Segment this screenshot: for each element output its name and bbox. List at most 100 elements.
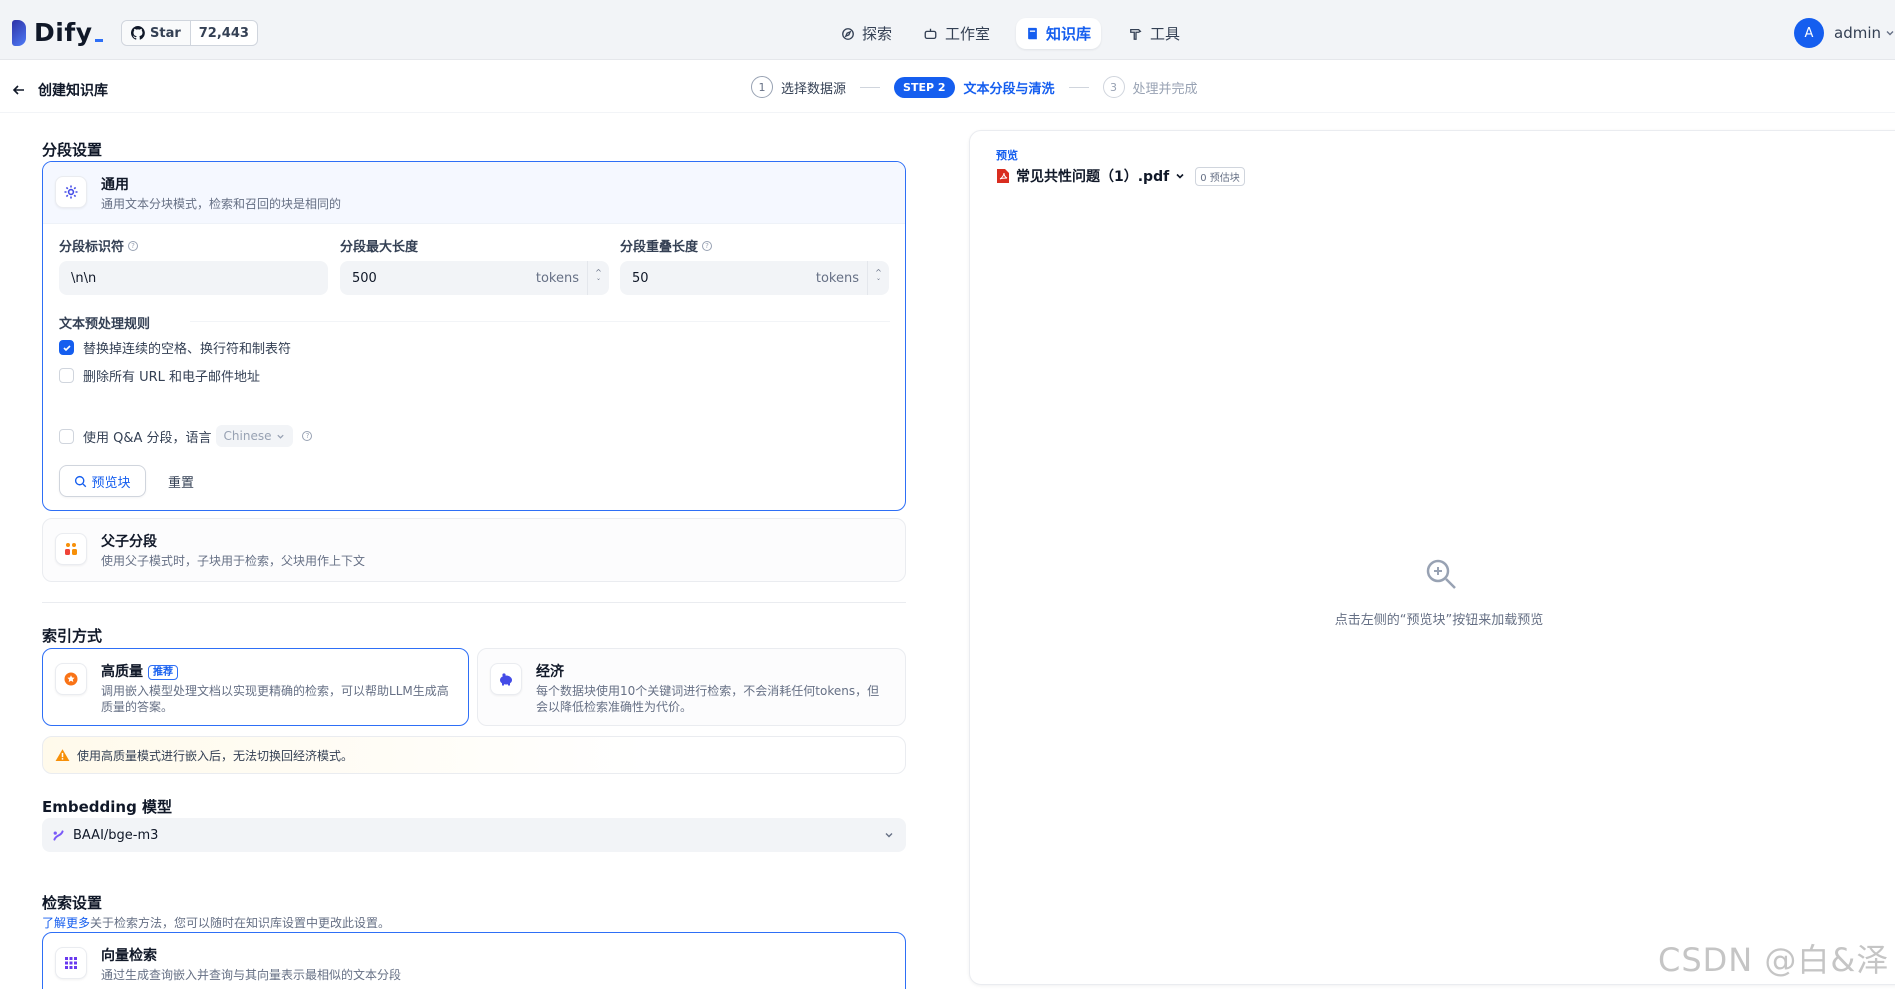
nav-studio-label: 工作室 — [945, 25, 991, 43]
step-3-label: 处理并完成 — [1132, 81, 1198, 97]
high-quality-desc: 调用嵌入模型处理文档以实现更精确的检索，可以帮助LLM生成高质量的答案。 — [101, 684, 449, 714]
index-mode-warning: 使用高质量模式进行嵌入后，无法切换回经济模式。 — [42, 736, 906, 774]
vector-search-card[interactable]: 向量检索 通过生成查询嵌入并查询与其向量表示最相似的文本分段 — [42, 932, 906, 989]
preview-file-selector[interactable]: 常见共性问题（1）.pdf 0 预估块 — [996, 166, 1245, 186]
checkbox-checked[interactable] — [59, 340, 74, 355]
segment-section-title: 分段设置 — [42, 141, 103, 159]
github-icon — [131, 26, 145, 40]
nav-tools-label: 工具 — [1150, 25, 1181, 43]
embedding-model-select[interactable]: BAAI/bge-m3 — [42, 818, 906, 852]
avatar: A — [1794, 18, 1824, 48]
overlap-label: 分段重叠长度? — [620, 236, 713, 255]
step-1-label: 选择数据源 — [781, 81, 847, 97]
step-3-number: 3 — [1102, 76, 1125, 98]
high-quality-index-card[interactable]: 高质量 推荐 调用嵌入模型处理文档以实现更精确的检索，可以帮助LLM生成高质量的答… — [42, 648, 469, 726]
preview-label: 预览 — [996, 149, 1018, 162]
step-1-number: 1 — [751, 76, 773, 98]
nav-tools[interactable]: 工具 — [1119, 18, 1190, 49]
vector-search-desc: 通过生成查询嵌入并查询与其向量表示最相似的文本分段 — [101, 968, 402, 982]
chevron-up-icon[interactable]: ^ — [875, 268, 882, 278]
vector-search-title: 向量检索 — [101, 948, 157, 964]
learn-more-link[interactable]: 了解更多 — [42, 916, 90, 930]
user-menu[interactable]: A admin — [1794, 18, 1895, 48]
checkbox[interactable] — [59, 428, 74, 444]
reset-button[interactable]: 重置 — [156, 465, 206, 497]
stepper: 1 选择数据源 STEP 2 文本分段与清洗 3 处理并完成 — [751, 76, 1198, 98]
watermark: CSDN @白&泽 — [1658, 941, 1890, 979]
model-provider-icon — [53, 829, 64, 841]
economy-desc: 每个数据块使用10个关键词进行检索，不会消耗任何tokens，但会以降低检索准确… — [536, 684, 880, 714]
chevron-down-icon — [1176, 173, 1184, 179]
language-select[interactable]: Chinese — [215, 425, 294, 447]
rule-replace-whitespace[interactable]: 替换掉连续的空格、换行符和制表符 — [59, 338, 291, 357]
separator-label: 分段标识符? — [59, 236, 139, 255]
chevron-down-icon[interactable]: ˇ — [877, 278, 881, 288]
github-star-button[interactable]: Star 72,443 — [121, 20, 258, 46]
robot-icon — [924, 28, 937, 39]
github-star-count: 72,443 — [198, 25, 249, 41]
search-magnify-icon — [1426, 559, 1456, 589]
retrieval-hint: 了解更多关于检索方法，您可以随时在知识库设置中更改此设置。 — [42, 916, 391, 930]
chevron-down-icon — [277, 434, 285, 439]
hammer-icon — [1130, 28, 1142, 40]
parent-child-title: 父子分段 — [101, 534, 157, 550]
parent-child-mode-card[interactable]: 父子分段 使用父子模式时，子块用于检索，父块用作上下文 — [42, 518, 906, 582]
index-section-title: 索引方式 — [42, 627, 103, 645]
general-mode-card[interactable]: 通用 通用文本分块模式，检索和召回的块是相同的 — [42, 161, 906, 511]
logo-mark-icon — [12, 19, 26, 46]
back-button[interactable]: 创建知识库 — [12, 80, 108, 100]
max-length-unit: tokens — [535, 270, 579, 286]
rule-remove-urls[interactable]: 删除所有 URL 和电子邮件地址 — [59, 366, 260, 385]
parent-child-icon — [55, 533, 87, 565]
overlap-input[interactable]: 50 tokens ^ ˇ — [620, 261, 889, 295]
parent-child-desc: 使用父子模式时，子块用于检索，父块用作上下文 — [101, 554, 366, 568]
max-length-label: 分段最大长度 — [340, 240, 419, 255]
checkbox[interactable] — [59, 368, 74, 383]
piggy-bank-icon — [490, 663, 522, 695]
chevron-down-icon — [1886, 31, 1894, 36]
overlap-stepper[interactable]: ^ ˇ — [867, 261, 889, 295]
preview-panel: 预览 常见共性问题（1）.pdf 0 预估块 点击左侧的“预览块”按钮来加载预览 — [969, 130, 1895, 985]
max-length-input[interactable]: 500 tokens ^ ˇ — [340, 261, 609, 295]
general-mode-desc: 通用文本分块模式，检索和召回的块是相同的 — [101, 197, 342, 211]
page-title: 创建知识库 — [38, 83, 108, 99]
nav-studio[interactable]: 工作室 — [913, 18, 1000, 49]
economy-title: 经济 — [536, 664, 564, 680]
max-length-stepper[interactable]: ^ ˇ — [587, 261, 609, 295]
step-2-label: 文本分段与清洗 — [963, 81, 1055, 97]
economy-index-card[interactable]: 经济 每个数据块使用10个关键词进行检索，不会消耗任何tokens，但会以降低检… — [477, 648, 906, 726]
embedding-section-title: Embedding 模型 — [42, 798, 173, 816]
grid-dots-icon — [55, 947, 87, 979]
github-star-label: Star — [150, 25, 181, 41]
preview-empty-text: 点击左侧的“预览块”按钮来加载预览 — [1334, 613, 1544, 628]
preview-file-name: 常见共性问题（1）.pdf — [1016, 169, 1170, 185]
top-navigation-bar: Dify Star 72,443 探索 工作室 知识库 工具 A admin — [0, 0, 1895, 60]
high-quality-title: 高质量 — [101, 664, 143, 680]
recommended-badge: 推荐 — [148, 665, 178, 680]
preview-chunks-button[interactable]: 预览块 — [59, 465, 146, 497]
nav-explore[interactable]: 探索 — [831, 18, 902, 49]
nav-knowledge[interactable]: 知识库 — [1016, 18, 1102, 49]
book-icon — [1028, 27, 1037, 39]
chevron-down-icon — [885, 833, 893, 838]
preprocess-rules-title: 文本预处理规则 — [59, 317, 151, 332]
star-badge-icon — [55, 663, 87, 695]
chevron-up-icon[interactable]: ^ — [595, 268, 602, 278]
dify-logo[interactable]: Dify — [12, 18, 103, 47]
nav-explore-label: 探索 — [862, 25, 893, 43]
warning-icon — [55, 749, 70, 761]
chevron-down-icon[interactable]: ˇ — [597, 278, 601, 288]
compass-icon — [842, 27, 854, 40]
help-icon[interactable]: ? — [128, 240, 139, 251]
embedding-model-value: BAAI/bge-m3 — [73, 827, 159, 843]
check-icon — [62, 344, 71, 351]
arrow-left-icon — [12, 85, 24, 95]
chunk-count-badge: 0 预估块 — [1195, 166, 1245, 186]
help-icon[interactable]: ? — [702, 240, 713, 251]
help-icon[interactable]: ? — [302, 431, 313, 441]
settings-gear-icon — [55, 176, 87, 208]
qa-segment-option[interactable]: 使用 Q&A 分段，语言 Chinese ? — [59, 425, 313, 447]
general-mode-title: 通用 — [101, 177, 129, 193]
separator-input[interactable]: \n\n — [59, 261, 328, 295]
search-zoom-icon — [75, 475, 87, 487]
